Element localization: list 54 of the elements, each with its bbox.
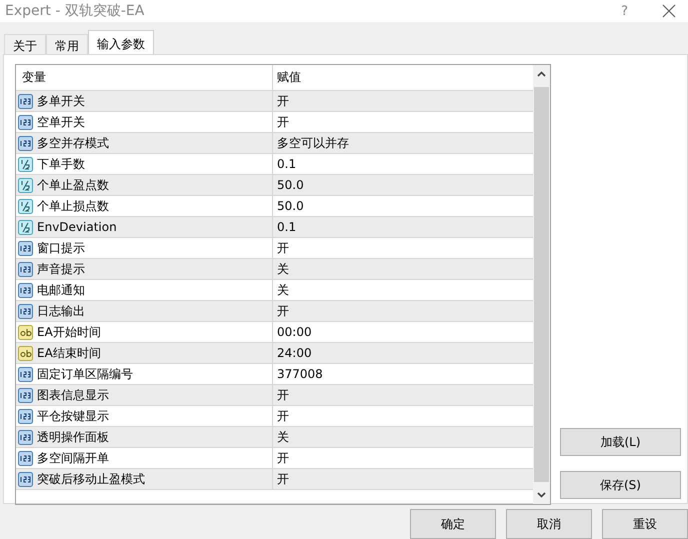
parameter-name: 平仓按键显示 [37,408,109,424]
parameter-name: 日志输出 [37,302,85,320]
parameter-value[interactable]: 关 [277,428,289,446]
parameter-value[interactable]: 开 [277,302,289,320]
parameter-name: EnvDeviation [37,220,117,234]
parameter-value[interactable]: 开 [277,386,289,404]
parameter-value[interactable]: 开 [277,114,289,130]
dialog-button[interactable]: 取消 [506,509,592,539]
parameter-value[interactable]: 关 [277,260,289,278]
help-button[interactable]: ? [621,4,628,18]
parameter-name: 下单手数 [37,156,85,172]
tab[interactable]: 输入参数 [88,30,154,54]
scroll-down-icon[interactable] [537,492,546,498]
parameter-name: 个单止损点数 [37,198,109,214]
parameter-value[interactable]: 50.0 [277,199,304,213]
dialog-button[interactable]: 重设 [602,509,688,539]
parameter-name: 透明操作面板 [37,428,109,446]
parameter-name: 突破后移动止盈模式 [37,470,145,488]
parameter-value[interactable]: 开 [277,450,289,466]
parameter-value[interactable]: 50.0 [277,178,304,192]
tab[interactable]: 常用 [46,34,88,54]
parameter-name: 多空并存模式 [37,134,109,152]
parameter-name: 窗口提示 [37,240,85,256]
parameter-name: 声音提示 [37,260,85,278]
parameter-value[interactable]: 关 [277,282,289,298]
parameter-value[interactable]: 24:00 [277,346,312,360]
parameter-name: 多单开关 [37,92,85,110]
parameter-value[interactable]: 0.1 [277,220,296,234]
parameter-value[interactable]: 多空可以并存 [277,134,349,152]
column-header: 赋值 [276,69,302,86]
parameter-value[interactable]: 0.1 [277,157,296,171]
parameter-name: 图表信息显示 [37,386,109,404]
parameter-value[interactable]: 开 [277,408,289,424]
parameter-value[interactable]: 开 [277,240,289,256]
column-header: 变量 [16,65,273,90]
parameter-name: EA结束时间 [37,344,101,362]
parameter-name: EA开始时间 [37,324,101,340]
close-icon[interactable] [662,4,676,18]
side-button[interactable]: 加载(L) [560,428,681,456]
dialog-button[interactable]: 确定 [410,509,496,539]
scrollbar-thumb[interactable] [534,87,549,482]
parameter-name: 个单止盈点数 [37,176,109,194]
side-button[interactable]: 保存(S) [560,471,681,499]
parameter-value[interactable]: 377008 [277,367,323,381]
window-title: Expert - 双轨突破-EA [5,2,146,20]
parameter-value[interactable]: 开 [277,92,289,110]
parameter-name: 空单开关 [37,114,85,130]
parameter-name: 多空间隔开单 [37,450,109,466]
parameter-value[interactable]: 开 [277,470,289,488]
parameter-name: 电邮通知 [37,282,85,298]
parameter-value[interactable]: 00:00 [277,325,312,339]
scroll-up-icon[interactable] [537,71,546,77]
tab[interactable]: 关于 [4,34,46,54]
parameter-name: 固定订单区隔编号 [37,366,133,382]
